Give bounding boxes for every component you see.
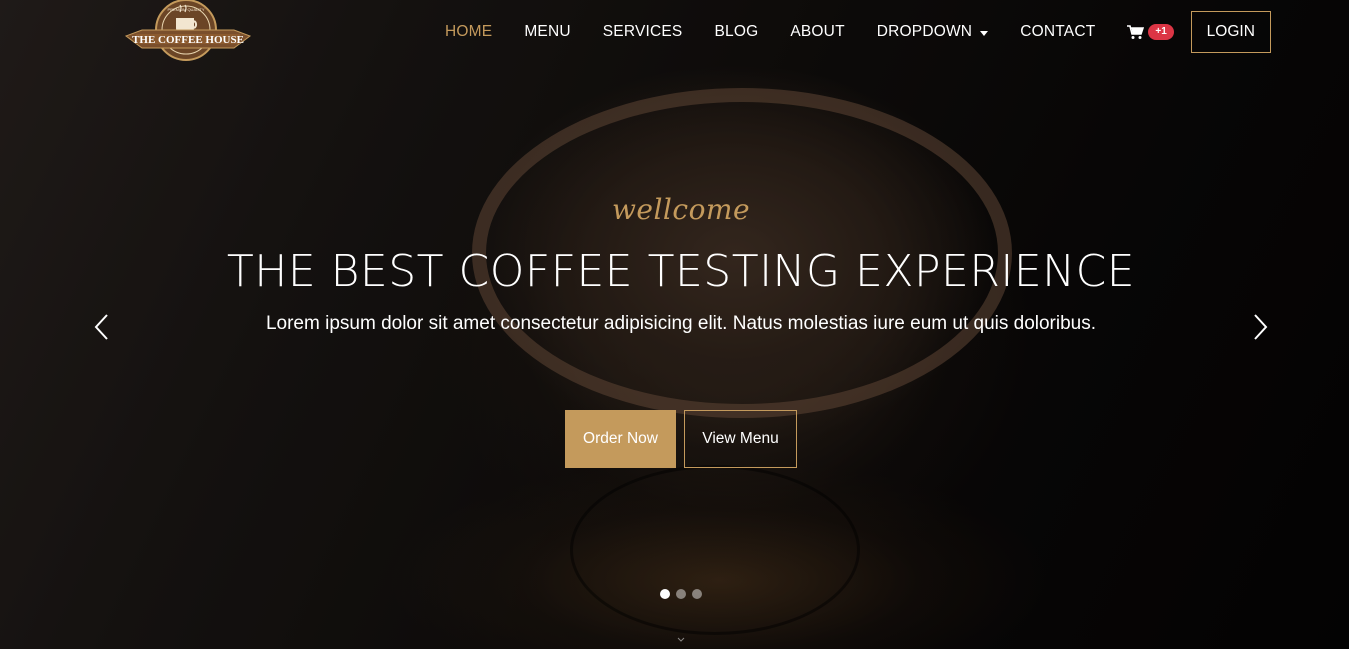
order-now-button[interactable]: Order Now (565, 410, 676, 468)
svg-text:PREMIUM QUALITY: PREMIUM QUALITY (167, 7, 204, 12)
nav-item-dropdown[interactable]: DROPDOWN (876, 23, 989, 41)
view-menu-button[interactable]: View Menu (684, 410, 797, 468)
nav-item-contact[interactable]: CONTACT (1020, 23, 1095, 41)
svg-text:THE COFFEE HOUSE: THE COFFEE HOUSE (132, 34, 244, 46)
nav-menu: HOME MENU SERVICES BLOG ABOUT DROPDOWN C… (430, 0, 1271, 64)
brand-logo[interactable]: THE COFFEE HOUSE PREMIUM QUALITY (124, 0, 252, 68)
nav-item-home[interactable]: HOME (445, 23, 492, 41)
carousel-prev-button[interactable] (90, 312, 114, 342)
carousel-indicators (660, 589, 708, 599)
carousel-indicator-2[interactable] (676, 589, 686, 599)
nav-item-menu[interactable]: MENU (524, 23, 570, 41)
caret-down-icon (980, 30, 989, 36)
nav-item-about[interactable]: ABOUT (790, 23, 844, 41)
chevron-left-icon (94, 314, 108, 340)
hero-kicker: wellcome (611, 193, 751, 226)
hero-cta-group: Order Now View Menu (565, 410, 797, 468)
chevron-right-icon (1254, 314, 1268, 340)
carousel-indicator-1[interactable] (660, 589, 670, 599)
coffee-house-logo-icon: THE COFFEE HOUSE PREMIUM QUALITY (124, 0, 252, 61)
cup-logo-image (570, 465, 860, 635)
chevron-down-icon (677, 637, 685, 642)
hero-headline: THE BEST COFFEE TESTING EXPERIENCE (226, 246, 1136, 297)
nav-item-services[interactable]: SERVICES (603, 23, 683, 41)
shopping-cart-icon (1127, 24, 1145, 39)
carousel-indicator-3[interactable] (692, 589, 702, 599)
carousel-next-button[interactable] (1248, 312, 1272, 342)
cart-count-badge: +1 (1148, 24, 1174, 40)
cart-button[interactable]: +1 (1127, 24, 1174, 40)
nav-item-dropdown-label: DROPDOWN (876, 23, 973, 40)
hero-subtext: Lorem ipsum dolor sit amet consectetur a… (265, 313, 1097, 334)
nav-item-blog[interactable]: BLOG (714, 23, 758, 41)
scroll-down-button[interactable] (676, 634, 686, 644)
login-button[interactable]: LOGIN (1190, 11, 1271, 53)
navbar: THE COFFEE HOUSE PREMIUM QUALITY HOME ME… (0, 0, 1349, 64)
